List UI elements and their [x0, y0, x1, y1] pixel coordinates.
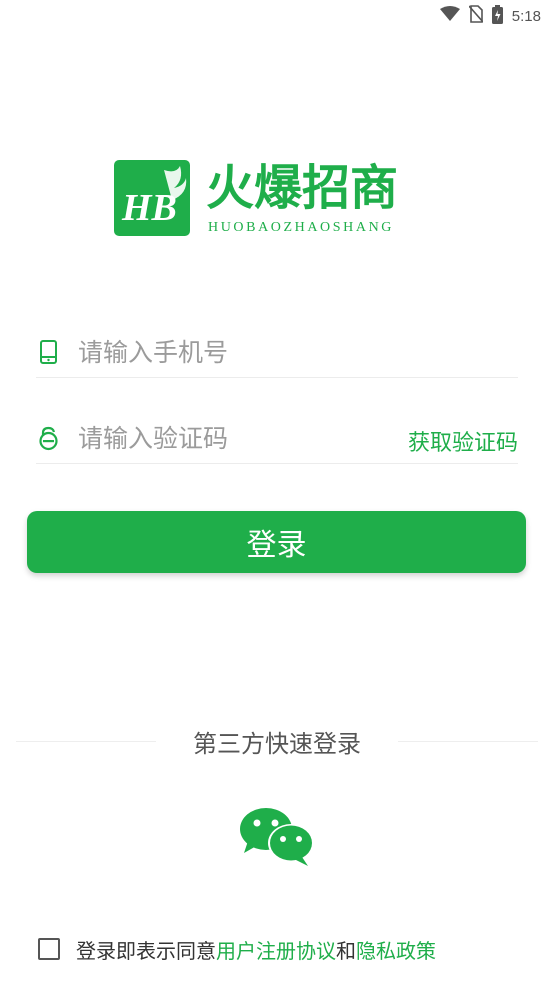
logo-title: 火爆招商	[206, 160, 399, 216]
status-bar: 5:18	[0, 0, 553, 32]
third-party-login-section: 第三方快速登录	[16, 722, 538, 762]
agreement-checkbox[interactable]	[38, 938, 60, 960]
status-icons: 5:18	[439, 4, 541, 28]
logo-mark-text: HB	[121, 187, 177, 229]
no-sim-icon	[468, 5, 484, 27]
privacy-policy-link[interactable]: 隐私政策	[356, 935, 436, 964]
agreement-row: 登录即表示同意 用户注册协议 和 隐私政策	[38, 934, 436, 964]
battery-charging-icon	[491, 4, 503, 28]
app-logo: HB 火爆招商 HUOBAOZHAOSHANG	[114, 160, 444, 240]
divider-right	[398, 741, 538, 742]
status-time: 5:18	[511, 7, 541, 25]
verification-code-field: 获取验证码	[36, 412, 518, 464]
verification-code-input[interactable]	[78, 420, 378, 456]
wechat-login-button[interactable]	[238, 805, 316, 867]
phone-icon	[36, 339, 62, 365]
wifi-icon	[439, 6, 460, 26]
agreement-conjunction: 和	[336, 938, 356, 963]
user-agreement-link[interactable]: 用户注册协议	[216, 935, 336, 964]
wechat-icon	[240, 808, 314, 866]
login-button[interactable]: 登录	[27, 511, 526, 573]
phone-input[interactable]	[78, 334, 378, 370]
logo-mark: HB	[114, 160, 190, 236]
logo-subtitle: HUOBAOZHAOSHANG	[208, 220, 394, 235]
agreement-prefix: 登录即表示同意	[76, 938, 216, 963]
phone-field	[36, 326, 518, 378]
get-code-button[interactable]: 获取验证码	[408, 425, 518, 457]
lock-icon	[36, 425, 62, 451]
